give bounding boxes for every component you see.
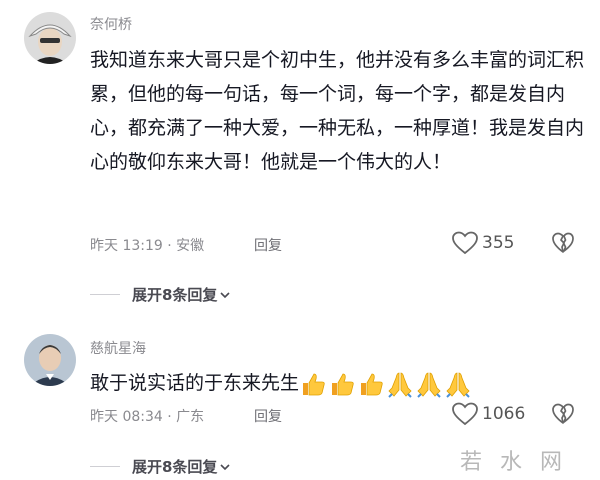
expand-replies-label: 展开8条回复	[132, 458, 218, 476]
praying-hands-icon	[417, 372, 441, 398]
praying-hands-icon	[446, 372, 470, 398]
like-button[interactable]: 355	[452, 231, 514, 255]
thumbs-up-icon	[361, 373, 383, 395]
like-count: 1066	[482, 404, 526, 424]
dislike-button[interactable]	[552, 403, 574, 429]
divider	[90, 466, 120, 467]
comment-text: 我知道东来大哥只是个初中生，他并没有多么丰富的词汇积累，但他的每一句话，每一个词…	[90, 49, 585, 173]
comment-text-body: 敢于说实话的于东来先生	[90, 372, 300, 394]
expand-replies[interactable]: 展开8条回复	[90, 284, 231, 305]
watermark: 若水网	[459, 450, 580, 475]
thumbs-up-icon	[332, 373, 354, 395]
avatar[interactable]	[24, 12, 76, 64]
comment-item: 奈何桥 我知道东来大哥只是个初中生，他并没有多么丰富的词汇积累，但他的每一句话，…	[0, 0, 600, 310]
comment-text: 敢于说实话的于东来先生	[90, 366, 590, 400]
broken-heart-icon	[552, 232, 574, 253]
emoji-row	[299, 370, 472, 398]
chevron-down-icon	[220, 463, 231, 470]
reply-button[interactable]: 回复	[254, 235, 282, 255]
broken-heart-icon	[552, 403, 574, 424]
comment-username[interactable]: 慈航星海	[90, 338, 146, 358]
thumbs-up-icon	[303, 373, 325, 395]
like-count: 355	[482, 233, 515, 253]
praying-hands-icon	[388, 372, 412, 398]
like-button[interactable]: 1066	[452, 402, 525, 426]
expand-replies-label: 展开8条回复	[132, 286, 218, 304]
comment-meta: 昨天 13:19 · 安徽	[90, 238, 205, 254]
divider	[90, 294, 120, 295]
heart-icon	[452, 231, 478, 255]
chevron-down-icon	[220, 291, 231, 298]
dislike-button[interactable]	[552, 232, 574, 258]
heart-icon	[452, 402, 478, 426]
reply-button[interactable]: 回复	[254, 406, 282, 426]
avatar[interactable]	[24, 334, 76, 386]
comment-meta: 昨天 08:34 · 广东	[90, 409, 205, 425]
comment-username[interactable]: 奈何桥	[90, 14, 132, 34]
expand-replies[interactable]: 展开8条回复	[90, 456, 231, 477]
